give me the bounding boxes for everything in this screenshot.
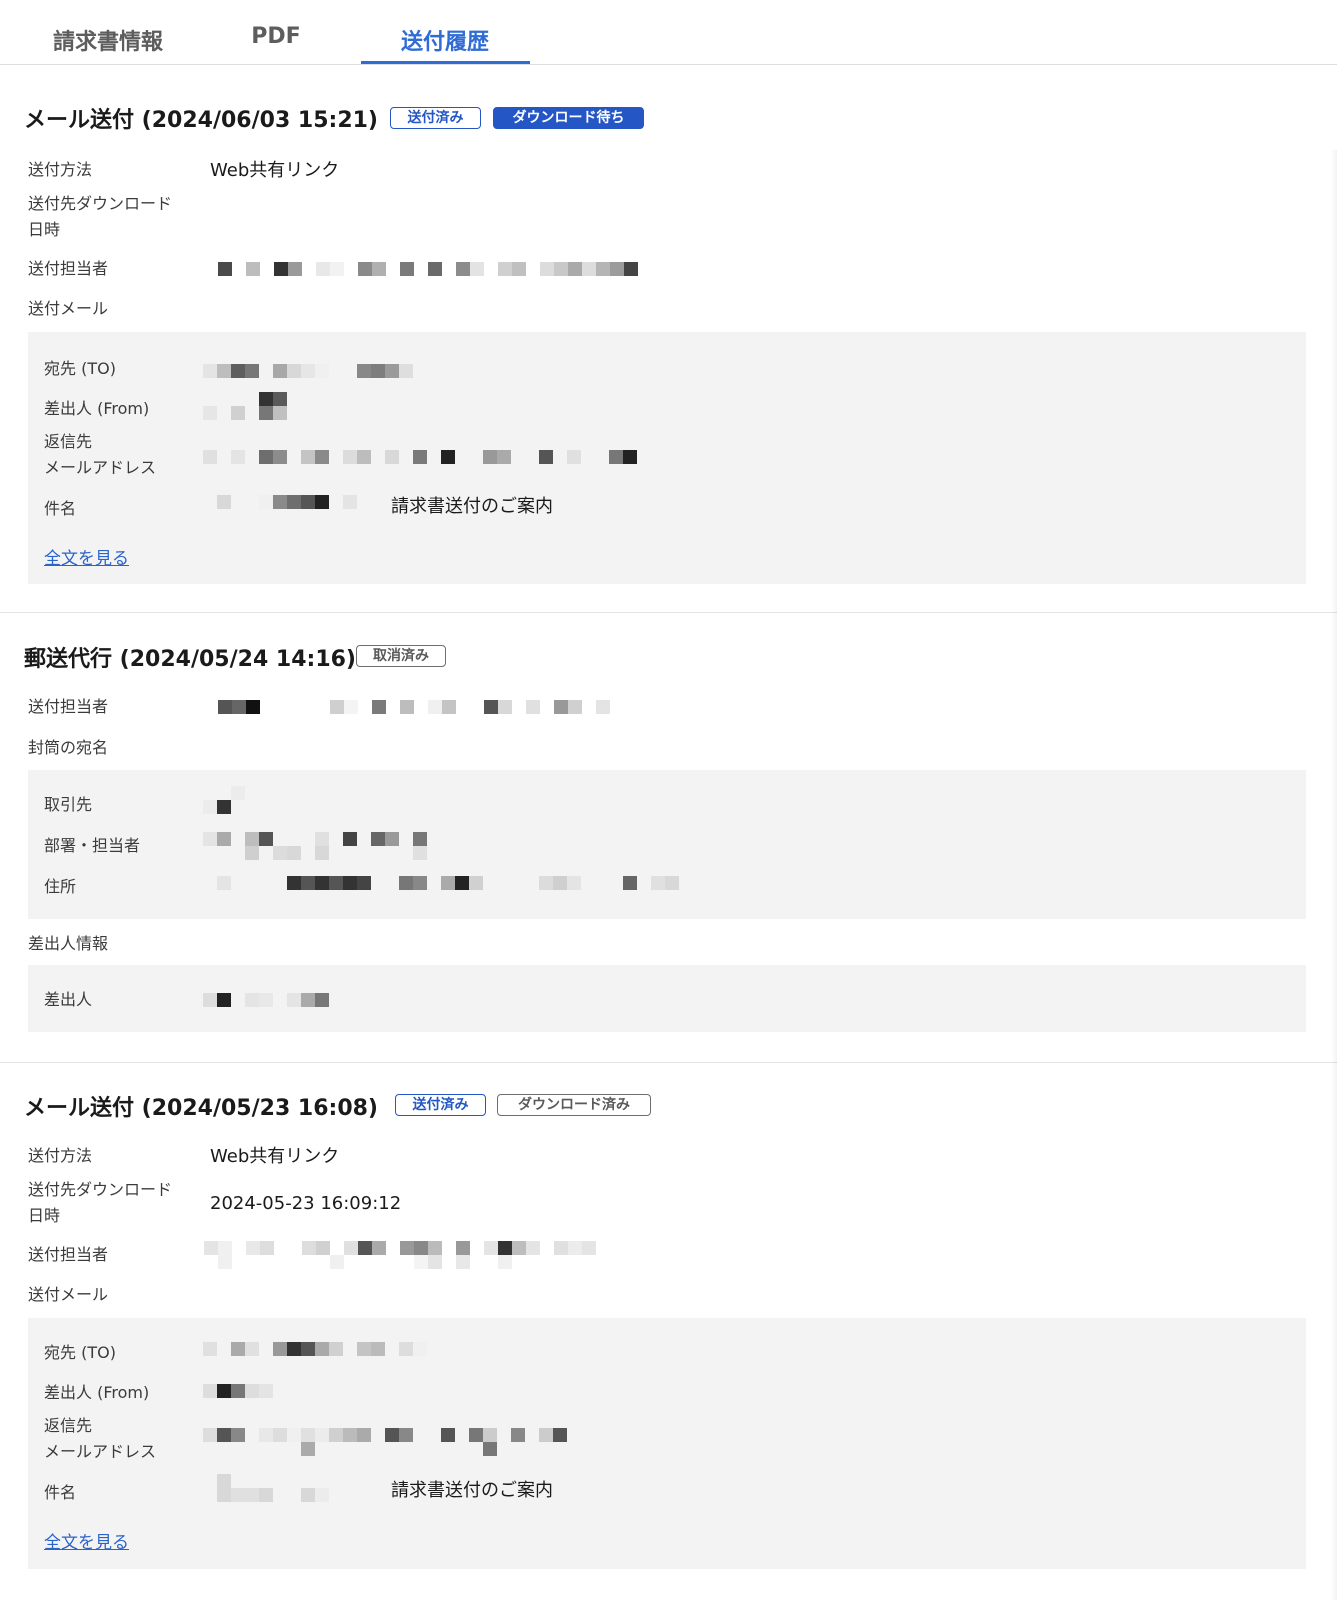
subject-label: 件名 xyxy=(44,499,77,518)
redacted-sender-staff xyxy=(218,700,610,714)
reply-to-label: 返信先 メールアドレス xyxy=(44,432,157,477)
redacted-reply-to-address xyxy=(203,1428,567,1442)
entry-title: 郵送代行 (2024/05/24 14:16) xyxy=(24,647,356,672)
section-divider xyxy=(0,1062,1337,1063)
redacted-from-address-2 xyxy=(203,406,287,420)
subject-value: 請求書送付のご案内 xyxy=(391,496,553,517)
dept-contact-label: 部署・担当者 xyxy=(44,836,141,855)
sender-label: 差出人 xyxy=(44,990,93,1009)
tab-pdf[interactable]: PDF xyxy=(236,24,316,49)
redacted-reply-to-address xyxy=(203,450,637,464)
tab-send-history[interactable]: 送付履歴 xyxy=(385,24,505,56)
envelope-panel: 取引先 部署・担当者 住所 xyxy=(28,770,1306,919)
subject-value: 請求書送付のご案内 xyxy=(391,1480,553,1501)
redacted-dept-contact-2 xyxy=(203,846,427,860)
send-mail-label: 送付メール xyxy=(28,299,109,318)
view-full-text-link[interactable]: 全文を見る xyxy=(44,1528,129,1553)
envelope-address-label: 封筒の宛名 xyxy=(28,738,109,757)
address-label: 住所 xyxy=(44,877,77,896)
status-badge-sent: 送付済み xyxy=(395,1094,486,1116)
tab-bar: 請求書情報 PDF 送付履歴 xyxy=(0,0,1337,65)
redacted-reply-to-address-2 xyxy=(203,1442,497,1456)
tab-invoice-info[interactable]: 請求書情報 xyxy=(48,24,168,56)
sender-info-label: 差出人情報 xyxy=(28,934,109,953)
partner-label: 取引先 xyxy=(44,795,93,814)
scroll-shadow xyxy=(1331,150,1337,1600)
sender-staff-label: 送付担当者 xyxy=(28,697,109,716)
from-label: 差出人 (From) xyxy=(44,1383,150,1402)
redacted-subject-prefix-2 xyxy=(217,1488,329,1502)
section-divider xyxy=(0,612,1337,613)
status-badge-download-pending: ダウンロード待ち xyxy=(493,107,644,129)
mail-details-panel: 宛先 (TO) 差出人 (From) 返信先 メールアドレス 件名 請求書送付の… xyxy=(28,332,1306,584)
sender-info-panel: 差出人 xyxy=(28,965,1306,1032)
redacted-subject-prefix xyxy=(217,1474,231,1488)
sender-staff-label: 送付担当者 xyxy=(28,1245,109,1264)
status-badge-sent: 送付済み xyxy=(390,107,481,129)
sender-staff-label: 送付担当者 xyxy=(28,259,109,278)
download-datetime-value: 2024-05-23 16:09:12 xyxy=(210,1193,402,1214)
redacted-address xyxy=(217,876,679,890)
send-method-label: 送付方法 xyxy=(28,160,93,179)
send-method-label: 送付方法 xyxy=(28,1146,93,1165)
entry-title: メール送付 (2024/05/23 16:08) xyxy=(24,1096,378,1121)
redacted-sender-staff xyxy=(218,262,638,276)
redacted-sender-staff xyxy=(204,1241,596,1255)
redacted-sender-staff-2 xyxy=(204,1255,540,1269)
send-method-value: Web共有リンク xyxy=(210,160,340,181)
redacted-to-address xyxy=(203,1342,427,1356)
redacted-dept-contact xyxy=(203,832,427,846)
send-method-value: Web共有リンク xyxy=(210,1146,340,1167)
redacted-subject-prefix xyxy=(217,495,357,509)
from-label: 差出人 (From) xyxy=(44,399,150,418)
redacted-from-address xyxy=(203,392,287,406)
redacted-from-address xyxy=(203,1384,273,1398)
to-label: 宛先 (TO) xyxy=(44,359,116,378)
active-tab-indicator xyxy=(361,61,530,64)
subject-label: 件名 xyxy=(44,1483,77,1502)
download-datetime-label: 送付先ダウンロード 日時 xyxy=(28,1180,173,1225)
mail-details-panel: 宛先 (TO) 差出人 (From) 返信先 メールアドレス 件名 請求書送付の… xyxy=(28,1318,1306,1569)
redacted-partner-2 xyxy=(203,800,231,814)
redacted-partner xyxy=(203,786,245,800)
send-mail-label: 送付メール xyxy=(28,1285,109,1304)
redacted-to-address xyxy=(203,364,413,378)
status-badge-downloaded: ダウンロード済み xyxy=(497,1094,651,1116)
download-datetime-label: 送付先ダウンロード 日時 xyxy=(28,194,173,239)
status-badge-cancelled: 取消済み xyxy=(356,645,446,667)
entry-title: メール送付 (2024/06/03 15:21) xyxy=(24,108,378,133)
view-full-text-link[interactable]: 全文を見る xyxy=(44,544,129,569)
reply-to-label: 返信先 メールアドレス xyxy=(44,1416,157,1461)
to-label: 宛先 (TO) xyxy=(44,1343,116,1362)
redacted-sender xyxy=(203,993,329,1007)
